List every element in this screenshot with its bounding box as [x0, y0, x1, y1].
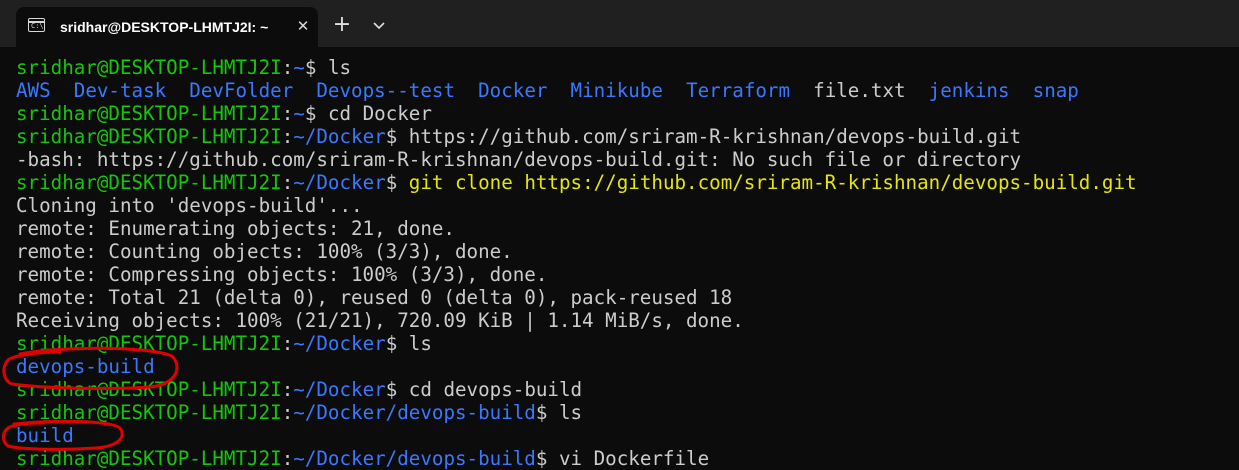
prompt-path: ~/Docker/devops-build — [293, 447, 536, 470]
output-text: remote: Total 21 (delta 0), reused 0 (de… — [16, 286, 733, 309]
prompt-symbol: $ — [304, 56, 328, 79]
command-text: cd devops-build — [408, 378, 583, 401]
prompt-line: sridhar@DESKTOP-LHMTJ2I:~/Docker$ git cl… — [16, 171, 1231, 194]
ls-gap — [790, 79, 813, 102]
prompt-path: ~/Docker — [293, 125, 386, 148]
output-line: remote: Compressing objects: 100% (3/3),… — [16, 263, 1231, 286]
ls-output-line: build — [16, 424, 1231, 447]
prompt-symbol: $ — [304, 102, 328, 125]
prompt-user: sridhar@DESKTOP-LHMTJ2I — [16, 447, 282, 470]
prompt-user: sridhar@DESKTOP-LHMTJ2I — [16, 332, 282, 355]
command-text: ls — [408, 332, 432, 355]
tab-title: sridhar@DESKTOP-LHMTJ2I: ~ — [60, 19, 269, 35]
ls-gap — [455, 79, 478, 102]
file-entry: file.txt — [813, 79, 906, 102]
ls-gap — [166, 79, 189, 102]
prompt-path: ~/Docker/devops-build — [293, 401, 536, 424]
output-line: remote: Total 21 (delta 0), reused 0 (de… — [16, 286, 1231, 309]
directory-entry: Dev-task — [73, 79, 167, 102]
terminal-tab[interactable]: C:\ sridhar@DESKTOP-LHMTJ2I: ~ ✕ — [16, 7, 318, 47]
output-line: Receiving objects: 100% (21/21), 720.09 … — [16, 309, 1231, 332]
output-text: -bash: https://github.com/sriram-R-krish… — [16, 148, 1022, 171]
prompt-symbol: $ — [385, 171, 409, 194]
directory-entry: build — [16, 424, 74, 447]
directory-entry: devops-build — [16, 355, 155, 378]
prompt-symbol: $ — [385, 332, 409, 355]
command-text: cd Docker — [327, 102, 432, 125]
prompt-path: ~/Docker — [293, 378, 386, 401]
prompt-path: ~/Docker — [293, 332, 386, 355]
prompt-line: sridhar@DESKTOP-LHMTJ2I:~/Docker$ cd dev… — [16, 378, 1231, 401]
prompt-path: ~ — [293, 102, 305, 125]
terminal-icon: C:\ — [28, 18, 45, 32]
output-text: remote: Counting objects: 100% (3/3), do… — [16, 240, 513, 263]
prompt-line: sridhar@DESKTOP-LHMTJ2I:~/Docker/devops-… — [16, 447, 1231, 470]
directory-entry: AWS — [16, 79, 51, 102]
prompt-separator: : — [281, 401, 294, 424]
prompt-line: sridhar@DESKTOP-LHMTJ2I:~/Docker$ https:… — [16, 125, 1231, 148]
output-text: remote: Compressing objects: 100% (3/3),… — [16, 263, 548, 286]
terminal-output[interactable]: sridhar@DESKTOP-LHMTJ2I:~$ ls AWS Dev-tas… — [16, 56, 1231, 470]
prompt-symbol: $ — [385, 378, 409, 401]
command-text: ls — [558, 401, 583, 424]
prompt-separator: : — [281, 56, 294, 79]
directory-entry: Devops--test — [316, 79, 455, 102]
command-text: git clone https://github.com/sriram-R-kr… — [408, 171, 1137, 194]
ls-gap — [663, 79, 686, 102]
ls-gap — [1010, 79, 1033, 102]
output-line: -bash: https://github.com/sriram-R-krish… — [16, 148, 1231, 171]
prompt-line: sridhar@DESKTOP-LHMTJ2I:~/Docker$ ls — [16, 332, 1231, 355]
command-text: vi Dockerfile — [558, 447, 710, 470]
output-text: Cloning into 'devops-build'... — [16, 194, 363, 217]
prompt-symbol: $ — [535, 401, 559, 424]
prompt-line: sridhar@DESKTOP-LHMTJ2I:~$ cd Docker — [16, 102, 1231, 125]
prompt-path: ~/Docker — [293, 171, 386, 194]
ls-output-line: devops-build — [16, 355, 1231, 378]
title-bar: C:\ sridhar@DESKTOP-LHMTJ2I: ~ ✕ + — [0, 0, 1239, 47]
chevron-down-icon[interactable] — [369, 15, 389, 35]
prompt-separator: : — [281, 447, 294, 470]
new-tab-button[interactable]: + — [330, 13, 354, 37]
close-tab-button[interactable]: ✕ — [293, 16, 313, 36]
prompt-user: sridhar@DESKTOP-LHMTJ2I — [16, 171, 282, 194]
command-text: ls — [327, 56, 352, 79]
output-text: remote: Enumerating objects: 21, done. — [16, 217, 455, 240]
directory-entry: DevFolder — [189, 79, 294, 102]
prompt-user: sridhar@DESKTOP-LHMTJ2I — [16, 378, 282, 401]
directory-entry: Terraform — [686, 79, 791, 102]
output-line: Cloning into 'devops-build'... — [16, 194, 1231, 217]
directory-entry: snap — [1032, 79, 1079, 102]
directory-entry: Minikube — [570, 79, 663, 102]
output-line: remote: Counting objects: 100% (3/3), do… — [16, 240, 1231, 263]
ls-gap — [906, 79, 929, 102]
prompt-separator: : — [281, 332, 294, 355]
prompt-line: sridhar@DESKTOP-LHMTJ2I:~$ ls — [16, 56, 1231, 79]
output-line: remote: Enumerating objects: 21, done. — [16, 217, 1231, 240]
prompt-user: sridhar@DESKTOP-LHMTJ2I — [16, 401, 282, 424]
output-text: Receiving objects: 100% (21/21), 720.09 … — [16, 309, 744, 332]
directory-entry: Docker — [478, 79, 548, 102]
prompt-symbol: $ — [385, 125, 409, 148]
prompt-separator: : — [281, 378, 294, 401]
prompt-user: sridhar@DESKTOP-LHMTJ2I — [16, 102, 282, 125]
prompt-separator: : — [281, 125, 294, 148]
prompt-separator: : — [281, 102, 294, 125]
directory-entry: jenkins — [928, 79, 1010, 102]
ls-gap — [293, 79, 316, 102]
prompt-path: ~ — [293, 56, 305, 79]
ls-gap — [547, 79, 570, 102]
ls-gap — [51, 79, 74, 102]
prompt-user: sridhar@DESKTOP-LHMTJ2I — [16, 56, 282, 79]
prompt-symbol: $ — [535, 447, 559, 470]
command-text: https://github.com/sriram-R-krishnan/dev… — [408, 125, 1022, 148]
prompt-separator: : — [281, 171, 294, 194]
ls-output-line: AWS Dev-task DevFolder Devops--test Dock… — [16, 79, 1231, 102]
prompt-line: sridhar@DESKTOP-LHMTJ2I:~/Docker/devops-… — [16, 401, 1231, 424]
prompt-user: sridhar@DESKTOP-LHMTJ2I — [16, 125, 282, 148]
